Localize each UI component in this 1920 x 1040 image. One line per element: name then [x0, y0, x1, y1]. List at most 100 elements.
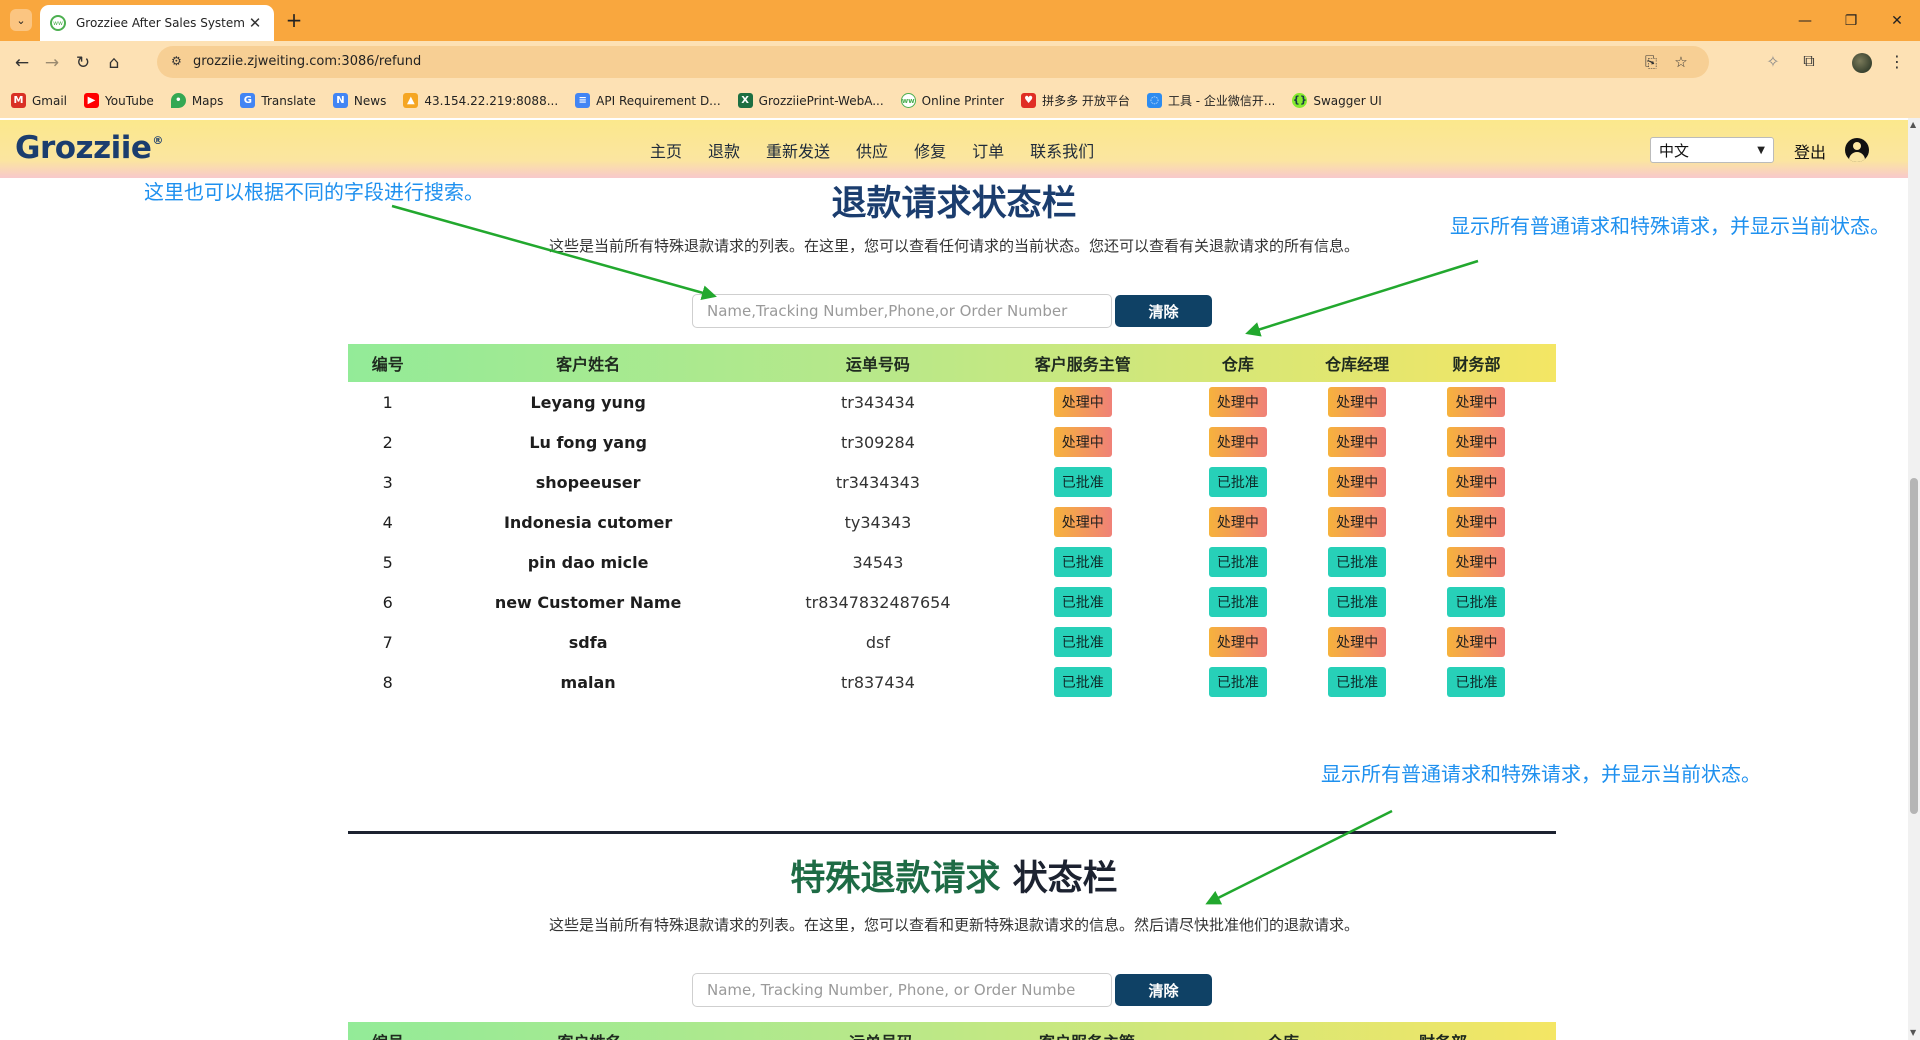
- section2-clear-button[interactable]: 清除: [1115, 974, 1212, 1006]
- status-badge[interactable]: 处理中: [1328, 467, 1387, 497]
- bookmark-wecom[interactable]: ◌ 工具 - 企业微信开...: [1146, 92, 1275, 109]
- site-logo[interactable]: Grozziie®: [15, 130, 163, 166]
- bookmark-ip-server[interactable]: ▲ 43.154.22.219:8088...: [403, 93, 558, 108]
- address-bar[interactable]: ⚙ grozziie.zjweiting.com:3086/refund ⎘ ☆: [157, 46, 1709, 78]
- status-badge[interactable]: 处理中: [1447, 507, 1506, 537]
- customer-name: Leyang yung: [530, 392, 646, 412]
- annotation-table-note: 显示所有普通请求和特殊请求，并显示当前状态。: [1450, 214, 1890, 238]
- home-button[interactable]: ⌂: [101, 50, 127, 76]
- scroll-up-arrow-icon[interactable]: ▲: [1910, 120, 1916, 129]
- bookmark-news[interactable]: N News: [332, 93, 386, 108]
- bookmark-translate[interactable]: G Translate: [240, 93, 316, 108]
- nav-repair[interactable]: 修复: [914, 138, 946, 162]
- table-row[interactable]: 6 new Customer Name tr8347832487654 已批准 已批准 已…: [348, 582, 1556, 622]
- bookmark-api-requirement[interactable]: ≡ API Requirement D...: [575, 93, 721, 108]
- status-badge[interactable]: 已批准: [1053, 587, 1112, 617]
- user-account-icon[interactable]: [1845, 138, 1869, 162]
- status-badge[interactable]: 处理中: [1053, 507, 1112, 537]
- browser-tab-active[interactable]: ww Grozziee After Sales System ✕: [40, 5, 274, 41]
- tab-search-button[interactable]: ⌄: [10, 9, 32, 31]
- status-badge[interactable]: 处理中: [1328, 627, 1387, 657]
- section2-search-input[interactable]: [692, 973, 1112, 1007]
- new-tab-button[interactable]: +: [282, 8, 306, 32]
- address-url[interactable]: grozziie.zjweiting.com:3086/refund: [193, 54, 421, 69]
- restore-button[interactable]: ❐: [1828, 0, 1874, 41]
- bookmark-star-icon[interactable]: ☆: [1671, 52, 1691, 72]
- bookmark-online-printer[interactable]: ww Online Printer: [900, 93, 1004, 108]
- table-row[interactable]: 7 sdfa dsf 已批准 处理中 处理中 处理中: [348, 622, 1556, 662]
- nav-resend[interactable]: 重新发送: [766, 138, 830, 162]
- status-badge[interactable]: 处理中: [1447, 627, 1506, 657]
- status-badge[interactable]: 已批准: [1328, 587, 1387, 617]
- row-number: 5: [382, 552, 393, 572]
- status-badge[interactable]: 处理中: [1447, 467, 1506, 497]
- bookmark-maps[interactable]: • Maps: [170, 93, 223, 108]
- row-number: 1: [382, 392, 393, 412]
- status-badge[interactable]: 处理中: [1328, 427, 1387, 457]
- status-badge[interactable]: 已批准: [1053, 627, 1112, 657]
- status-badge[interactable]: 处理中: [1208, 627, 1267, 657]
- status-badge[interactable]: 已批准: [1328, 547, 1387, 577]
- bookmark-grozziieprint[interactable]: X GrozziiePrint-WebA...: [737, 93, 884, 108]
- bookmark-youtube[interactable]: ▶ YouTube: [84, 93, 154, 108]
- status-badge[interactable]: 处理中: [1208, 427, 1267, 457]
- close-tab-icon[interactable]: ✕: [246, 14, 264, 32]
- table-header-row: 编号 客户姓名 运单号码 客户服务主管 仓库 财务部: [348, 1022, 1556, 1040]
- bookmark-gmail[interactable]: M Gmail: [11, 93, 67, 108]
- forward-button[interactable]: →: [39, 50, 65, 76]
- extensions-puzzle-icon[interactable]: ⧉: [1797, 48, 1821, 74]
- status-badge[interactable]: 处理中: [1447, 427, 1506, 457]
- nav-orders[interactable]: 订单: [972, 138, 1004, 162]
- status-badge[interactable]: 处理中: [1053, 387, 1112, 417]
- site-info-icon[interactable]: ⚙: [171, 54, 187, 70]
- nav-supply[interactable]: 供应: [856, 138, 888, 162]
- status-badge[interactable]: 处理中: [1328, 387, 1387, 417]
- col-header-customer-name: 客户姓名: [556, 355, 621, 374]
- status-badge[interactable]: 已批准: [1328, 667, 1387, 697]
- finance-status-cell: 处理中: [1397, 387, 1556, 417]
- table-row[interactable]: 5 pin dao micle 34543 已批准 已批准 已批准 处理中: [348, 542, 1556, 582]
- bookmark-swagger[interactable]: {} Swagger UI: [1292, 93, 1382, 108]
- nav-contact[interactable]: 联系我们: [1030, 138, 1094, 162]
- chrome-menu-icon[interactable]: ⋮: [1888, 48, 1906, 74]
- status-badge[interactable]: 已批准: [1053, 547, 1112, 577]
- profile-avatar[interactable]: [1852, 53, 1872, 73]
- excel-icon: X: [737, 93, 753, 108]
- status-badge[interactable]: 已批准: [1208, 467, 1267, 497]
- scrollbar-thumb[interactable]: [1910, 478, 1918, 814]
- bookmark-pinduoduo[interactable]: ♥ 拼多多 开放平台: [1021, 92, 1130, 109]
- nav-refund[interactable]: 退款: [708, 138, 740, 162]
- table-row[interactable]: 4 Indonesia cutomer ty34343 处理中 处理中 处理中 处理中: [348, 502, 1556, 542]
- nav-home[interactable]: 主页: [650, 138, 682, 162]
- status-badge[interactable]: 已批准: [1053, 667, 1112, 697]
- status-badge[interactable]: 处理中: [1328, 507, 1387, 537]
- status-badge[interactable]: 已批准: [1208, 547, 1267, 577]
- section1-clear-button[interactable]: 清除: [1115, 295, 1212, 327]
- language-select[interactable]: 中文 ▼: [1650, 137, 1774, 163]
- tracking-number: ty34343: [844, 512, 912, 532]
- logout-link[interactable]: 登出: [1794, 139, 1826, 163]
- status-badge[interactable]: 已批准: [1208, 587, 1267, 617]
- status-badge[interactable]: 处理中: [1053, 427, 1112, 457]
- back-button[interactable]: ←: [9, 50, 35, 76]
- close-window-button[interactable]: ✕: [1874, 0, 1920, 41]
- table-row[interactable]: 3 shopeeuser tr3434343 已批准 已批准 处理中 处理中: [348, 462, 1556, 502]
- status-badge[interactable]: 已批准: [1447, 587, 1506, 617]
- install-app-icon[interactable]: ⎘: [1641, 52, 1661, 72]
- table-row[interactable]: 1 Leyang yung tr343434 处理中 处理中 处理中 处理中: [348, 382, 1556, 422]
- table-row[interactable]: 8 malan tr837434 已批准 已批准 已批准 已批准: [348, 662, 1556, 702]
- refund-status-table: 编号 客户姓名 运单号码 客户服务主管 仓库 仓库经理 财务部 1 Leyang …: [348, 344, 1556, 702]
- minimize-button[interactable]: —: [1782, 0, 1828, 41]
- status-badge[interactable]: 已批准: [1053, 467, 1112, 497]
- extension-sparkle-icon[interactable]: ✧: [1762, 48, 1784, 74]
- status-badge[interactable]: 处理中: [1447, 387, 1506, 417]
- reload-button[interactable]: ↻: [70, 50, 96, 76]
- table-row[interactable]: 2 Lu fong yang tr309284 处理中 处理中 处理中 处理中: [348, 422, 1556, 462]
- status-badge[interactable]: 已批准: [1208, 667, 1267, 697]
- status-badge[interactable]: 处理中: [1447, 547, 1506, 577]
- status-badge[interactable]: 处理中: [1208, 507, 1267, 537]
- status-badge[interactable]: 已批准: [1447, 667, 1506, 697]
- scroll-down-arrow-icon[interactable]: ▼: [1910, 1028, 1916, 1037]
- section1-search-input[interactable]: [692, 294, 1112, 328]
- status-badge[interactable]: 处理中: [1208, 387, 1267, 417]
